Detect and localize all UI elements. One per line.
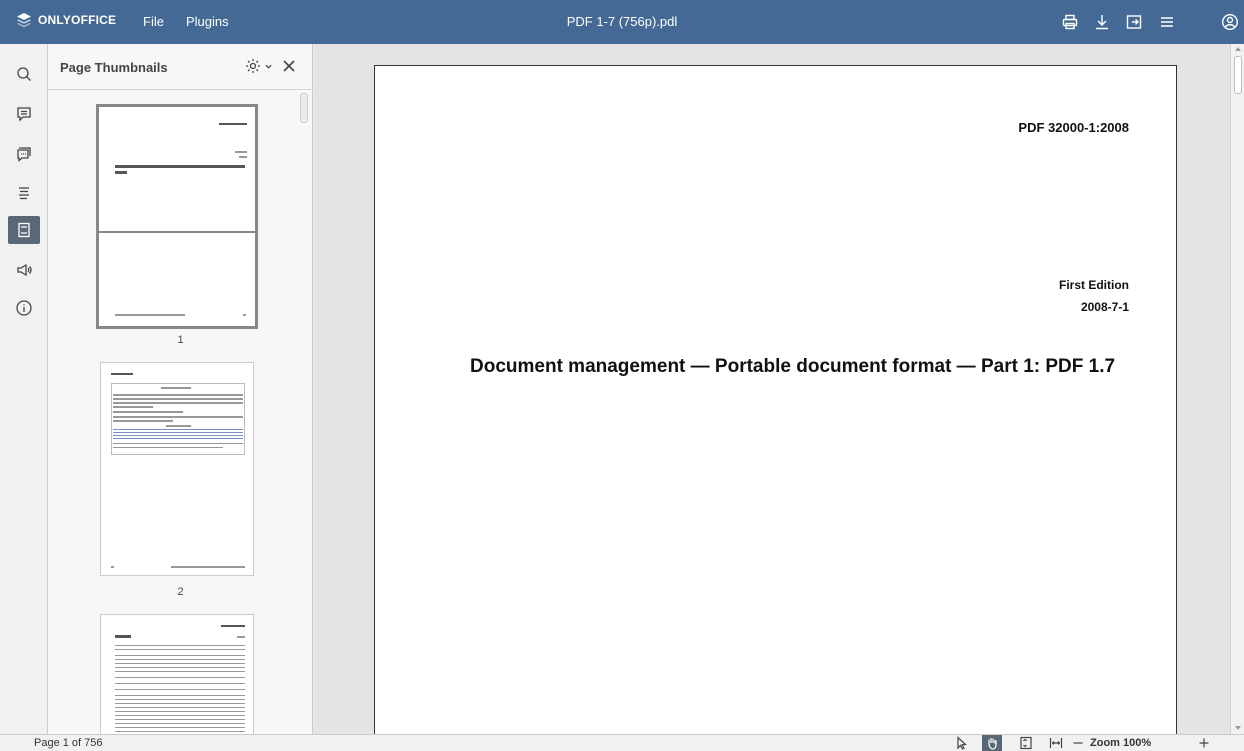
gear-icon — [246, 59, 260, 73]
print-icon[interactable] — [1059, 11, 1081, 33]
vertical-scrollbar[interactable] — [1230, 44, 1244, 734]
select-tool-icon[interactable] — [954, 735, 970, 751]
user-icon[interactable] — [1219, 11, 1241, 33]
fit-page-icon[interactable] — [1018, 735, 1034, 751]
edition-label: First Edition — [1059, 278, 1129, 292]
scroll-down-arrow[interactable] — [1235, 726, 1241, 730]
thumbnails-panel: Page Thumbnails 1 2 — [48, 44, 313, 734]
document-page: PDF 32000-1:2008 First Edition 2008-7-1 … — [374, 65, 1177, 734]
onlyoffice-logo: ONLYOFFICE — [16, 12, 116, 28]
scrollbar-thumb[interactable] — [1234, 56, 1242, 94]
thumbnail-number: 1 — [177, 334, 184, 346]
open-location-icon[interactable] — [1123, 11, 1145, 33]
scroll-up-arrow[interactable] — [1235, 47, 1241, 51]
navigation-icon[interactable] — [8, 179, 40, 207]
close-icon[interactable] — [280, 57, 298, 75]
download-icon[interactable] — [1091, 11, 1113, 33]
menu-file[interactable]: File — [143, 14, 164, 29]
hand-tool-icon[interactable] — [982, 735, 1002, 751]
info-icon[interactable] — [8, 294, 40, 322]
zoom-in-icon[interactable] — [1196, 735, 1212, 751]
document-heading: Document management — Portable document … — [470, 356, 1116, 377]
thumbnails-list[interactable]: 1 2 — [48, 91, 313, 734]
left-toolbar — [0, 44, 48, 734]
thumbnail-number: 2 — [177, 586, 184, 598]
panel-title: Page Thumbnails — [60, 60, 168, 75]
status-bar: Page 1 of 756 Zoom 100% — [0, 734, 1244, 751]
panel-scrollbar[interactable] — [300, 93, 308, 123]
thumbnail-page-3[interactable] — [100, 614, 254, 734]
page-thumbnails-icon[interactable] — [8, 216, 40, 244]
panel-header: Page Thumbnails — [48, 44, 313, 90]
brand-name: ONLYOFFICE — [38, 13, 117, 27]
thumbnail-page-2[interactable] — [100, 362, 254, 576]
top-bar: ONLYOFFICE File Plugins PDF 1-7 (756p).p… — [0, 0, 1244, 44]
page-indicator[interactable]: Page 1 of 756 — [34, 737, 103, 749]
menu-icon[interactable] — [1156, 11, 1178, 33]
zoom-level: Zoom 100% — [1090, 737, 1152, 749]
thumbnail-settings-button[interactable] — [244, 57, 273, 75]
search-icon[interactable] — [8, 60, 40, 88]
edition-date: 2008-7-1 — [1080, 300, 1129, 314]
chevron-down-icon — [265, 64, 272, 69]
onlyoffice-logo-icon — [17, 13, 31, 28]
document-viewer[interactable]: PDF 32000-1:2008 First Edition 2008-7-1 … — [314, 44, 1230, 734]
menu-plugins[interactable]: Plugins — [186, 14, 229, 29]
chat-icon[interactable] — [8, 140, 40, 168]
zoom-out-icon[interactable] — [1070, 735, 1086, 751]
comments-icon[interactable] — [8, 100, 40, 128]
thumbnail-page-1[interactable] — [96, 104, 258, 329]
fit-width-icon[interactable] — [1047, 735, 1065, 751]
standard-identifier: PDF 32000-1:2008 — [1018, 120, 1129, 135]
announcement-icon[interactable] — [8, 256, 40, 284]
